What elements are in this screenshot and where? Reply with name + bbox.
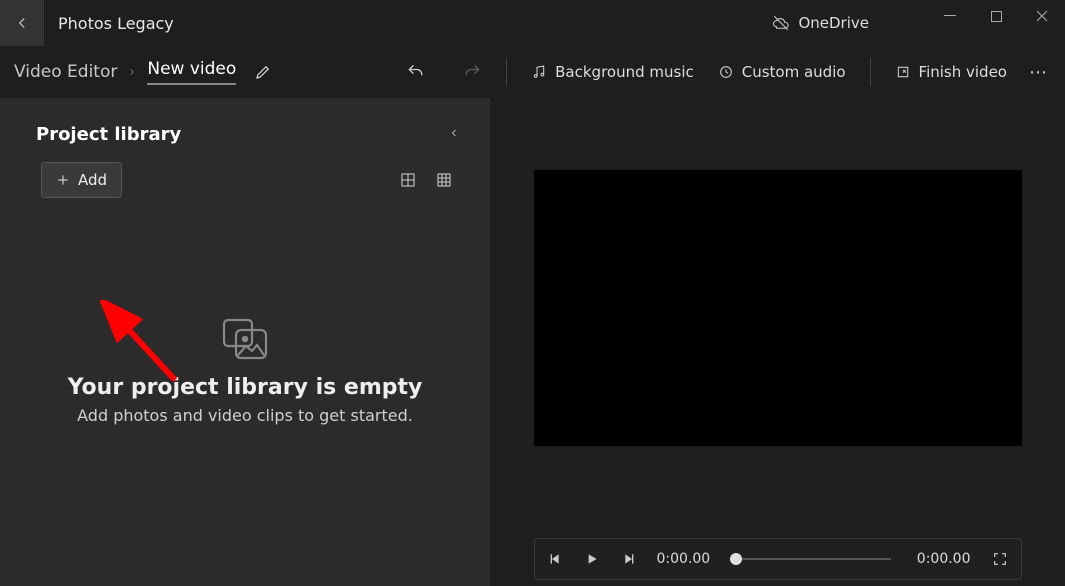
export-icon [895, 64, 911, 80]
timeline-thumb[interactable] [730, 553, 742, 565]
title-bar: Photos Legacy OneDrive [0, 0, 1065, 46]
play-button[interactable] [581, 548, 603, 570]
library-empty-title: Your project library is empty [68, 375, 423, 400]
more-button[interactable]: ⋯ [1029, 62, 1049, 83]
cloud-off-icon [772, 14, 790, 32]
close-icon [1036, 10, 1048, 22]
main-area: Project library Add [0, 98, 1065, 586]
onedrive-status[interactable]: OneDrive [772, 14, 869, 32]
player-bar: 0:00.00 0:00.00 [534, 538, 1022, 580]
background-music-label: Background music [555, 63, 694, 81]
breadcrumb-current[interactable]: New video [147, 59, 236, 85]
view-large-button[interactable] [398, 170, 418, 190]
photos-icon [221, 317, 269, 361]
timeline-track[interactable] [736, 558, 891, 560]
play-icon [584, 551, 600, 567]
top-toolbar: Video Editor New video Background music … [0, 46, 1065, 98]
back-button[interactable] [0, 0, 44, 46]
project-library-panel: Project library Add [0, 98, 490, 586]
undo-icon [406, 62, 426, 82]
fullscreen-icon [992, 551, 1008, 567]
minimize-button[interactable] [927, 0, 973, 32]
arrow-left-icon [13, 14, 31, 32]
grid-3x3-icon [436, 172, 452, 188]
undo-button[interactable] [400, 56, 432, 88]
add-button[interactable]: Add [42, 163, 121, 197]
fullscreen-button[interactable] [989, 548, 1011, 570]
finish-video-button[interactable]: Finish video [889, 63, 1013, 81]
view-small-button[interactable] [434, 170, 454, 190]
add-label: Add [78, 171, 107, 189]
music-icon [531, 64, 547, 80]
divider [870, 58, 871, 86]
step-forward-icon [620, 551, 636, 567]
collapse-panel-button[interactable] [448, 127, 460, 143]
maximize-button[interactable] [973, 0, 1019, 32]
onedrive-label: OneDrive [798, 14, 869, 32]
chevron-right-icon [127, 67, 137, 77]
close-button[interactable] [1019, 0, 1065, 32]
finish-video-label: Finish video [919, 63, 1007, 81]
window-controls [927, 0, 1065, 32]
redo-icon [462, 62, 482, 82]
maximize-icon [991, 11, 1002, 22]
next-frame-button[interactable] [617, 548, 639, 570]
background-music-button[interactable]: Background music [525, 63, 700, 81]
breadcrumb: Video Editor New video [14, 59, 236, 85]
video-preview[interactable] [534, 170, 1022, 446]
total-time: 0:00.00 [917, 551, 971, 567]
redo-button[interactable] [456, 56, 488, 88]
rename-button[interactable] [254, 63, 272, 81]
breadcrumb-root[interactable]: Video Editor [14, 62, 117, 82]
ellipsis-icon: ⋯ [1029, 62, 1049, 83]
library-empty-state: Your project library is empty Add photos… [0, 197, 490, 586]
grid-2x2-icon [400, 172, 416, 188]
audio-icon [718, 64, 734, 80]
project-library-title: Project library [36, 124, 181, 145]
divider [506, 58, 507, 86]
pencil-icon [254, 63, 272, 81]
minimize-icon [944, 10, 956, 22]
preview-panel: 0:00.00 0:00.00 [490, 98, 1065, 586]
custom-audio-label: Custom audio [742, 63, 846, 81]
chevron-left-icon [448, 127, 460, 139]
custom-audio-button[interactable]: Custom audio [712, 63, 852, 81]
plus-icon [56, 173, 70, 187]
current-time: 0:00.00 [657, 551, 711, 567]
previous-frame-button[interactable] [545, 548, 567, 570]
step-back-icon [548, 551, 564, 567]
app-title: Photos Legacy [58, 14, 174, 33]
library-empty-subtitle: Add photos and video clips to get starte… [77, 406, 413, 425]
